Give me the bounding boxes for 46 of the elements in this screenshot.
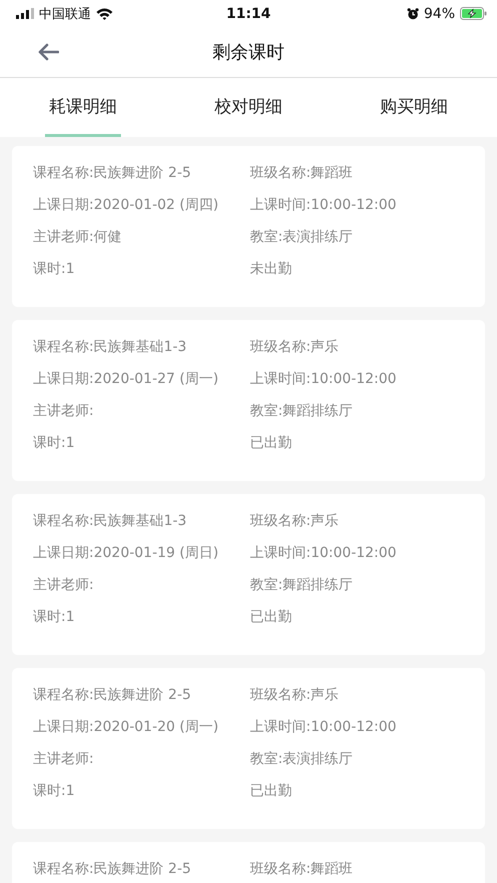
record-field: 上课日期:2020-01-02 (周四) (33, 189, 250, 221)
record-field: 课时:1 (33, 775, 250, 807)
record-field: 课程名称:民族舞基础1-3 (33, 331, 250, 363)
record-field: 未出勤 (250, 253, 396, 285)
record-field: 上课时间:10:00-12:00 (250, 711, 396, 743)
record-field: 上课日期:2020-01-19 (周日) (33, 537, 250, 569)
battery-percent: 94% (424, 6, 455, 22)
page-title: 剩余课时 (212, 41, 284, 64)
record-field: 上课日期:2020-01-27 (周一) (33, 363, 250, 395)
record-field: 已出勤 (250, 775, 396, 807)
record-field: 课程名称:民族舞进阶 2-5 (33, 679, 250, 711)
record-field: 主讲老师: (33, 395, 250, 427)
carrier-name: 中国联通 (39, 6, 91, 22)
record-field: 班级名称:舞蹈班 (250, 157, 396, 189)
tab[interactable]: 校对明细 (210, 78, 286, 137)
alarm-icon (406, 8, 419, 20)
record-field: 上课时间:10:00-12:00 (250, 363, 396, 395)
record-field: 教室:表演排练厅 (250, 221, 396, 253)
record-field: 上课日期:2020-01-20 (周一) (33, 711, 250, 743)
record-field: 主讲老师:何健 (33, 221, 250, 253)
record-field: 教室:表演排练厅 (250, 743, 396, 775)
record-field: 已出勤 (250, 427, 396, 459)
record-field: 班级名称:声乐 (250, 679, 396, 711)
back-arrow-icon[interactable] (37, 43, 59, 61)
record-field: 课时:1 (33, 427, 250, 459)
record-field: 已出勤 (250, 601, 396, 633)
record-field: 主讲老师: (33, 569, 250, 601)
record-field: 课时:1 (33, 601, 250, 633)
record-field: 上课时间:10:00-12:00 (250, 537, 396, 569)
record-field: 上课时间:10:00-12:00 (250, 189, 396, 221)
record-field: 主讲老师: (33, 743, 250, 775)
record-field: 班级名称:舞蹈班 (250, 853, 353, 883)
battery-charging-icon (460, 7, 487, 20)
record-field: 课程名称:民族舞进阶 2-5 (33, 853, 250, 883)
tab[interactable]: 耗课明细 (44, 78, 121, 137)
tab[interactable]: 购买明细 (376, 78, 452, 137)
record-field: 教室:舞蹈排练厅 (250, 569, 396, 601)
record-field: 课程名称:民族舞进阶 2-5 (33, 157, 250, 189)
record-field: 课程名称:民族舞基础1-3 (33, 505, 250, 537)
record-field: 班级名称:声乐 (250, 331, 396, 363)
wifi-icon (96, 8, 113, 20)
record-field: 班级名称:声乐 (250, 505, 396, 537)
signal-icon (16, 8, 34, 19)
status-time: 11:14 (226, 6, 271, 22)
record-field: 课时:1 (33, 253, 250, 285)
record-field: 教室:舞蹈排练厅 (250, 395, 396, 427)
